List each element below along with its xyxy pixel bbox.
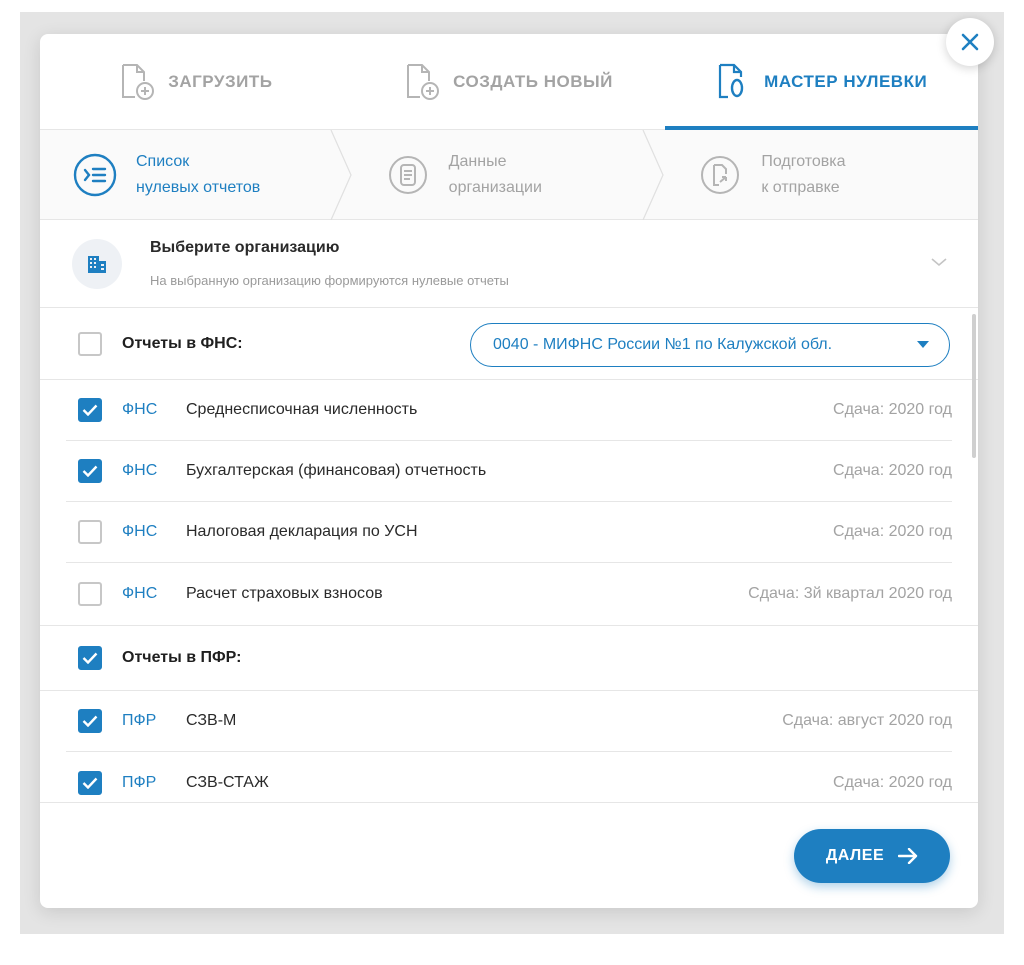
report-checkbox[interactable] [78,582,102,606]
close-button[interactable] [946,18,994,66]
group-title-pfr: Отчеты в ПФР: [122,649,242,666]
report-checkbox[interactable] [78,770,102,795]
report-agency: ФНС [122,462,158,479]
tab-bar: ЗАГРУЗИТЬ СОЗДАТЬ НОВЫЙ МАСТЕР НУЛЕВКИ [40,34,978,130]
report-agency: ПФР [122,773,157,791]
tab-create-new[interactable]: СОЗДАТЬ НОВЫЙ [353,34,666,129]
close-icon [961,33,979,51]
tab-upload[interactable]: ЗАГРУЗИТЬ [40,34,353,129]
tab-create-new-label: СОЗДАТЬ НОВЫЙ [453,71,613,91]
file-zero-icon [719,63,744,98]
step-report-list[interactable]: Список нулевых отчетов [40,130,353,220]
list-icon [73,153,117,196]
report-due: Сдача: 2020 год [833,462,952,479]
report-row[interactable]: ФНС Налоговая декларация по УСН Сдача: 2… [66,502,952,563]
chevron-down-icon [931,258,947,267]
report-row[interactable]: ФНС Бухгалтерская (финансовая) отчетност… [66,441,952,502]
report-agency: ФНС [122,401,158,418]
checkmark-icon [82,652,98,664]
report-checkbox[interactable] [78,520,102,544]
report-agency: ФНС [122,523,158,540]
group-header-pfr: Отчеты в ПФР: [40,625,978,691]
checkmark-icon [82,404,98,416]
group-title-fns: Отчеты в ФНС: [122,334,243,352]
tab-zero-wizard-label: МАСТЕР НУЛЕВКИ [764,71,928,91]
report-name: Бухгалтерская (финансовая) отчетность [186,462,487,479]
step-report-list-circle [72,152,118,198]
step-org-data-label: Данные организации [448,152,542,196]
group-checkbox-pfr[interactable] [78,646,102,670]
report-name: Расчет страховых взносов [186,585,383,602]
step-prepare-send[interactable]: Подготовка к отправке [665,130,978,219]
report-name: Среднесписочная численность [186,401,418,418]
wizard-steps: Список нулевых отчетов Данные организаци… [40,130,978,220]
report-checkbox[interactable] [78,459,102,483]
step-prepare-send-circle [697,152,743,198]
checkmark-icon [82,777,98,789]
document-icon [388,155,427,194]
report-name: СЗВ-СТАЖ [186,773,269,791]
reports-list: Отчеты в ФНС: 0040 - МИФНС России №1 по … [40,308,978,802]
next-button-label: ДАЛЕЕ [825,847,885,864]
report-agency: ФНС [122,585,158,602]
step-report-list-label: Список нулевых отчетов [136,152,261,196]
report-due: Сдача: 2020 год [833,523,952,540]
zero-report-wizard-modal: ЗАГРУЗИТЬ СОЗДАТЬ НОВЫЙ МАСТЕР НУЛЕВКИ С… [40,34,978,908]
org-subtitle: На выбранную организацию формируются нул… [150,273,509,288]
checkmark-icon [82,465,98,477]
report-row[interactable]: ФНС Среднесписочная численность Сдача: 2… [66,380,952,441]
next-button[interactable]: ДАЛЕЕ [794,829,950,883]
arrow-right-icon [898,848,918,864]
step-prepare-send-label: Подготовка к отправке [761,152,846,196]
list-scrollbar[interactable] [972,314,976,458]
group-header-fns: Отчеты в ФНС: 0040 - МИФНС России №1 по … [40,308,978,380]
org-avatar [72,238,122,289]
report-row[interactable]: ПФР СЗВ-СТАЖ Сдача: 2020 год [66,752,952,802]
report-due: Сдача: 2020 год [833,401,952,418]
tax-inspection-value: 0040 - МИФНС России №1 по Калужской обл. [493,336,833,353]
report-checkbox[interactable] [78,709,102,733]
report-row[interactable]: ПФР СЗВ-М Сдача: август 2020 год [66,691,952,752]
report-due: Сдача: 2020 год [833,773,952,791]
report-name: Налоговая декларация по УСН [186,523,418,540]
organization-select[interactable]: Выберите организацию На выбранную органи… [40,220,978,308]
file-add-icon [407,63,440,100]
org-title: Выберите организацию [150,239,340,256]
tab-zero-wizard[interactable]: МАСТЕР НУЛЕВКИ [665,34,978,130]
report-agency: ПФР [122,712,157,729]
building-icon [88,255,106,273]
report-due: Сдача: 3й квартал 2020 год [748,585,952,602]
caret-down-icon [917,341,929,348]
modal-footer: ДАЛЕЕ [40,802,978,908]
step-separator-icon [330,130,352,220]
send-file-icon [701,155,740,194]
checkmark-icon [82,715,98,727]
org-text: Выберите организацию На выбранную органи… [150,239,509,288]
file-upload-icon [122,63,155,100]
step-separator-icon [642,130,665,220]
report-row[interactable]: ФНС Расчет страховых взносов Сдача: 3й к… [66,563,952,625]
report-name: СЗВ-М [186,712,237,729]
report-due: Сдача: август 2020 год [782,712,952,729]
tax-inspection-select[interactable]: 0040 - МИФНС России №1 по Калужской обл. [470,323,950,367]
step-org-data[interactable]: Данные организации [353,130,666,220]
tab-upload-label: ЗАГРУЗИТЬ [168,71,273,91]
report-checkbox[interactable] [78,398,102,422]
step-org-data-circle [385,152,431,198]
group-checkbox-fns[interactable] [78,331,102,356]
